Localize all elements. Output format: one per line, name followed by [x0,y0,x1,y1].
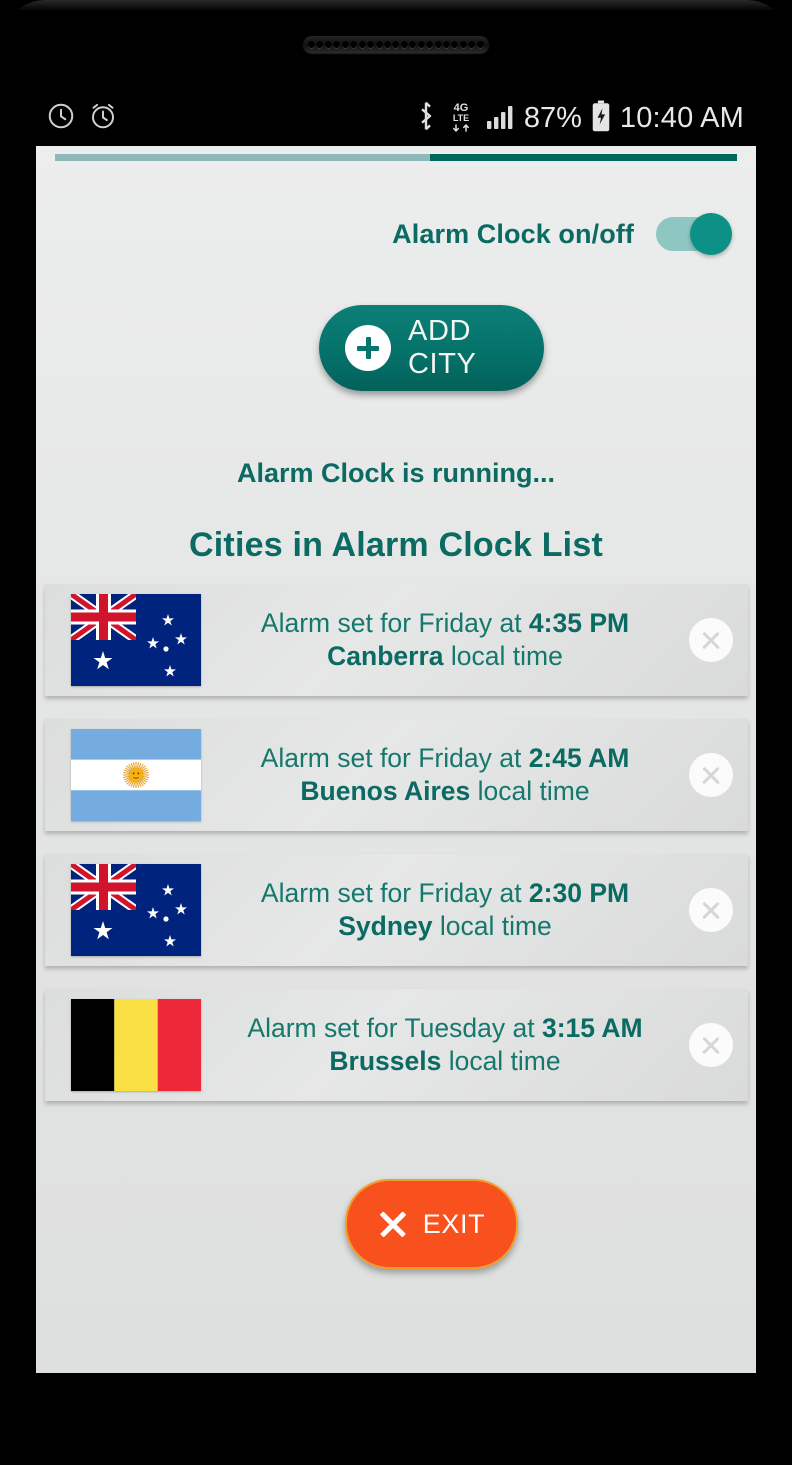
bezel-highlight [0,0,792,10]
alarm-time: 2:30 PM [528,878,630,908]
add-city-label: ADD CITY [408,315,477,380]
exit-label: EXIT [422,1208,486,1239]
close-icon[interactable] [689,1023,733,1067]
close-x-icon [378,1209,408,1239]
alarm-time: 3:15 AM [541,1013,643,1043]
battery-charging-icon [591,100,611,137]
alarm-prefix: Alarm set for Friday at [260,878,529,908]
argentina-flag-icon [71,729,201,821]
local-time-suffix: local time [443,641,563,671]
toggle-thumb [690,213,732,255]
alarm-description: Alarm set for Friday at 2:45 AM Buenos Ai… [201,742,689,808]
alarm-description: Alarm set for Friday at 4:35 PM Canberra … [201,607,689,673]
4g-lte-icon: 4G LTE [446,99,476,137]
local-time-suffix: local time [441,1046,561,1076]
earpiece-speaker-icon [303,36,489,53]
lte-label: LTE [453,113,469,123]
australia-flag-icon [71,594,201,686]
city-list: Alarm set for Friday at 4:35 PM Canberra … [45,584,756,1124]
argentina-flag-icon [71,729,201,821]
alarm-running-status: Alarm Clock is running... [236,458,556,488]
alarm-clock-toggle[interactable] [656,213,732,255]
alarm-toggle-label: Alarm Clock on/off [392,218,634,249]
alarm-clock-icon [88,101,118,136]
local-time-suffix: local time [470,776,590,806]
city-list-item[interactable]: Alarm set for Friday at 2:30 PM Sydney lo… [45,854,748,966]
city-name: Sydney [338,911,433,941]
bluetooth-icon [415,100,437,137]
australia-flag-icon [71,864,201,956]
alarm-description: Alarm set for Friday at 2:30 PM Sydney lo… [201,877,689,943]
close-icon[interactable] [689,888,733,932]
phone-bottom-bezel [0,1373,792,1465]
progress-bar [36,154,756,161]
alarm-time: 2:45 AM [528,743,630,773]
australia-flag-icon [71,594,201,686]
alarm-time: 4:35 PM [528,608,630,638]
alarm-toggle-row[interactable]: Alarm Clock on/off [36,204,756,264]
city-list-item[interactable]: Alarm set for Friday at 4:35 PM Canberra … [45,584,748,696]
alarm-description: Alarm set for Tuesday at 3:15 AM Brussels… [201,1012,689,1078]
page-title: Cities in Alarm Clock List [189,526,603,564]
city-list-item[interactable]: Alarm set for Friday at 2:45 AM Buenos Ai… [45,719,748,831]
battery-percent-label: 87% [523,101,582,134]
sun-of-may-icon [123,762,149,788]
city-name: Brussels [329,1046,442,1076]
australia-flag-icon [71,864,201,956]
status-bar-right-icons: 4G LTE 87% 10:40 AM [415,99,792,137]
phone-top-bezel [0,0,792,90]
plus-icon [345,325,391,371]
status-bar: 4G LTE 87% 10:40 AM [0,90,792,146]
add-city-button[interactable]: ADD CITY [319,305,544,391]
alarm-prefix: Alarm set for Friday at [260,743,529,773]
city-list-item[interactable]: Alarm set for Tuesday at 3:15 AM Brussels… [45,989,748,1101]
local-time-suffix: local time [432,911,552,941]
signal-bars-icon [485,101,515,136]
app-screen: Alarm Clock on/off ADD CITY Alarm Clock … [36,146,756,1373]
status-bar-left-icons [0,101,118,136]
progress-fill [430,154,737,161]
alarm-prefix: Alarm set for Friday at [260,608,529,638]
exit-button[interactable]: EXIT [345,1179,518,1269]
clock-icon [46,101,76,136]
close-icon[interactable] [689,618,733,662]
alarm-prefix: Alarm set for Tuesday at [247,1013,542,1043]
close-icon[interactable] [689,753,733,797]
belgium-flag-icon [71,999,201,1091]
phone-device: 4G LTE 87% 10:40 AM Alarm Clock on/off A… [0,0,792,1465]
belgium-flag-icon [71,999,201,1091]
status-bar-clock: 10:40 AM [619,101,744,134]
city-name: Canberra [327,641,444,671]
city-name: Buenos Aires [300,776,471,806]
